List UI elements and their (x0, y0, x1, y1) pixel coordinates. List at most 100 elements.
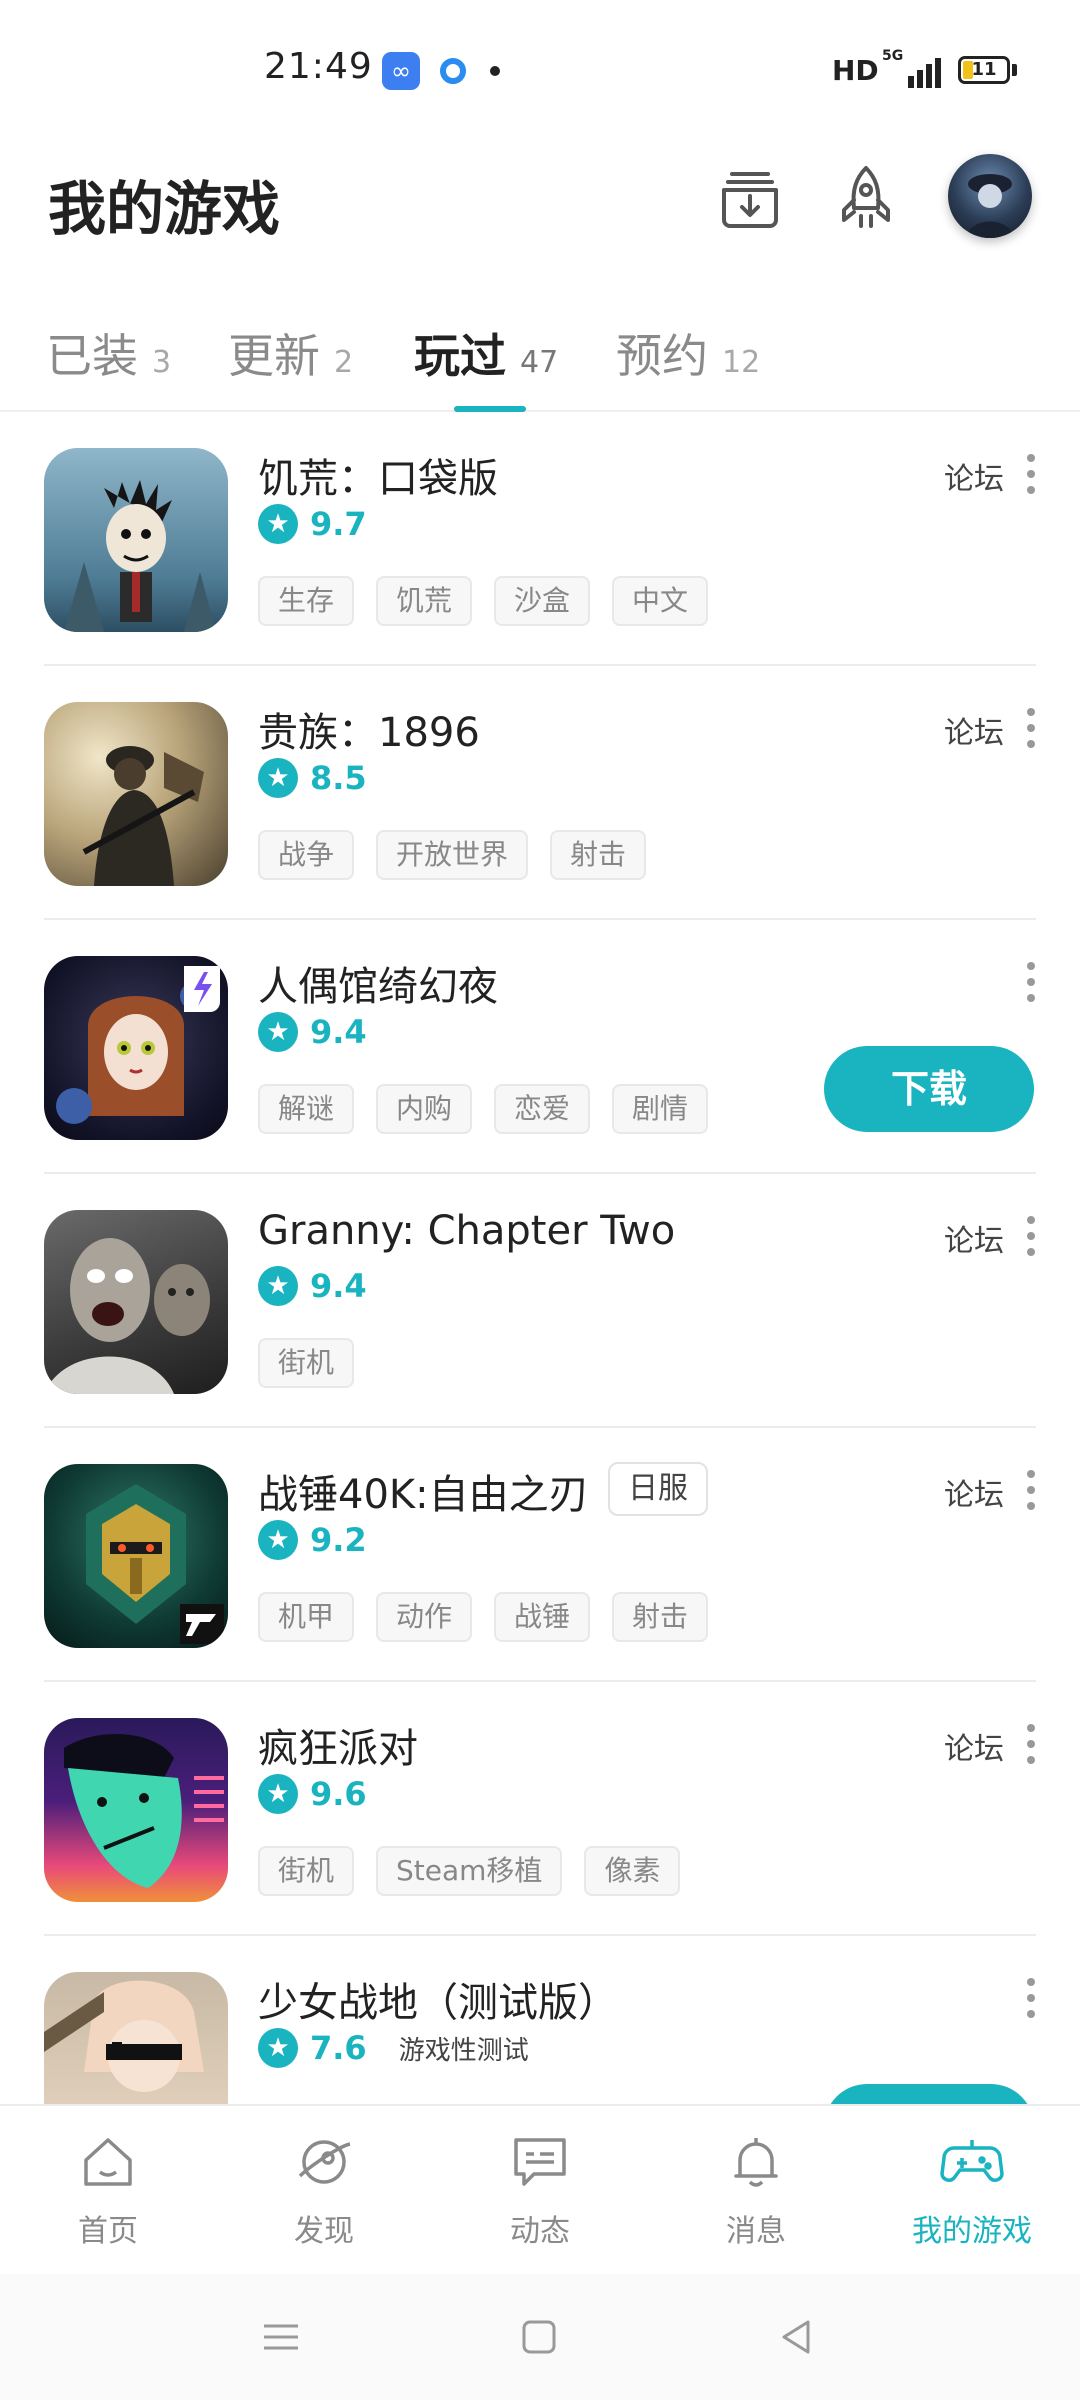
tab-updates[interactable]: 更新 2 (228, 320, 353, 386)
game-tag[interactable]: Steam移植 (376, 1846, 563, 1896)
action-button[interactable] (824, 2084, 1034, 2104)
game-icon[interactable] (44, 1464, 228, 1648)
nav-messages[interactable]: 消息 (676, 2130, 836, 2250)
status-time: 21:49 (264, 46, 373, 87)
game-tag[interactable]: 机甲 (258, 1592, 355, 1642)
more-options-icon[interactable] (1020, 1976, 1040, 2020)
back-icon[interactable] (774, 2314, 820, 2360)
game-tag[interactable]: 动作 (376, 1592, 473, 1642)
game-tag[interactable]: 生存 (258, 576, 355, 626)
game-name[interactable]: 贵族：1896 (258, 700, 480, 758)
forum-link[interactable]: 论坛 (944, 454, 1004, 498)
rocket-icon (842, 166, 890, 228)
game-tag[interactable]: 剧情 (612, 1084, 709, 1134)
game-rating: ★ 8.5 (258, 758, 367, 798)
signal-icon: 5G (882, 48, 942, 88)
user-avatar[interactable] (948, 154, 1032, 238)
nav-label: 首页 (78, 2214, 138, 2249)
game-tag[interactable]: 解谜 (258, 1084, 355, 1134)
game-tag[interactable]: 饥荒 (376, 576, 473, 626)
game-name[interactable]: Granny: Chapter Two (258, 1208, 675, 1254)
game-tag[interactable]: 射击 (612, 1592, 709, 1642)
game-row[interactable]: Granny: Chapter Two ★ 9.4 街机 论坛 (0, 1174, 1080, 1428)
download-button[interactable]: 下载 (824, 1046, 1034, 1132)
game-icon[interactable] (44, 1718, 228, 1902)
menu-icon[interactable] (258, 2314, 304, 2360)
star-icon: ★ (258, 1266, 298, 1306)
game-row[interactable]: 疯狂派对 ★ 9.6 街机 Steam移植 像素 论坛 (0, 1682, 1080, 1936)
game-row[interactable]: 饥荒：口袋版 ★ 9.7 生存 饥荒 沙盒 中文 论坛 (0, 412, 1080, 666)
battery-icon: 11 (958, 56, 1010, 84)
rating-value: 9.6 (310, 1775, 367, 1813)
star-icon: ★ (258, 1012, 298, 1052)
tab-played[interactable]: 玩过 47 (414, 320, 558, 386)
tab-installed[interactable]: 已装 3 (46, 320, 171, 386)
game-tag[interactable]: 恋爱 (494, 1084, 591, 1134)
rating-value: 7.6 (310, 2029, 367, 2067)
forum-link[interactable]: 论坛 (944, 1724, 1004, 1768)
game-row[interactable]: 人偶馆绮幻夜 ★ 9.4 解谜 内购 恋爱 剧情 下载 (0, 920, 1080, 1174)
more-options-icon[interactable] (1020, 1214, 1040, 1258)
game-tag[interactable]: 中文 (612, 576, 709, 626)
game-row[interactable]: 贵族：1896 ★ 8.5 战争 开放世界 射击 论坛 (0, 666, 1080, 920)
game-name[interactable]: 疯狂派对 (258, 1716, 418, 1774)
game-icon[interactable] (44, 956, 228, 1140)
game-name[interactable]: 战锤40K:自由之刃 (258, 1462, 589, 1520)
speedup-button[interactable] (828, 160, 904, 236)
infinity-app-icon: ∞ (382, 52, 420, 90)
nav-my-games[interactable]: 我的游戏 (892, 2130, 1052, 2250)
game-tag[interactable]: 战锤 (494, 1592, 591, 1642)
tab-label: 预约 (616, 329, 708, 383)
notification-dot-icon (490, 66, 500, 76)
more-options-icon[interactable] (1020, 452, 1040, 496)
nav-home[interactable]: 首页 (28, 2130, 188, 2250)
more-options-icon[interactable] (1020, 1468, 1040, 1512)
forum-link[interactable]: 论坛 (944, 708, 1004, 752)
game-row[interactable]: 战锤40K:自由之刃 日服 ★ 9.2 机甲 动作 战锤 射击 论坛 (0, 1428, 1080, 1682)
circle-app-icon (440, 58, 466, 84)
game-row[interactable]: 少女战地（测试版） ★ 7.6 游戏性测试 (0, 1936, 1080, 2104)
more-options-icon[interactable] (1020, 960, 1040, 1004)
game-tag[interactable]: 内购 (376, 1084, 473, 1134)
tag-list: 机甲 动作 战锤 射击 (258, 1592, 730, 1642)
tab-label: 更新 (228, 329, 320, 383)
game-tag[interactable]: 街机 (258, 1846, 355, 1896)
nav-label: 动态 (510, 2214, 570, 2249)
tag-list: 战争 开放世界 射击 (258, 830, 668, 880)
tab-reserved[interactable]: 预约 12 (616, 320, 760, 386)
rating-value: 9.2 (310, 1521, 367, 1559)
home-icon (84, 2138, 132, 2186)
more-options-icon[interactable] (1020, 706, 1040, 750)
home-square-icon[interactable] (516, 2314, 562, 2360)
rating-value: 9.4 (310, 1013, 367, 1051)
more-options-icon[interactable] (1020, 1722, 1040, 1766)
game-tag[interactable]: 沙盒 (494, 576, 591, 626)
rating-value: 9.4 (310, 1267, 367, 1305)
nav-feed[interactable]: 动态 (460, 2130, 620, 2250)
game-name[interactable]: 人偶馆绮幻夜 (258, 954, 498, 1012)
game-icon[interactable] (44, 448, 228, 632)
download-manager-button[interactable] (712, 160, 788, 236)
game-list[interactable]: 饥荒：口袋版 ★ 9.7 生存 饥荒 沙盒 中文 论坛 贵族：1896 ★ 8.… (0, 412, 1080, 2104)
tab-count: 2 (334, 345, 354, 380)
game-tag[interactable]: 战争 (258, 830, 355, 880)
game-tag[interactable]: 像素 (584, 1846, 681, 1896)
game-tag[interactable]: 街机 (258, 1338, 355, 1388)
bottom-navigation: 首页 发现 动态 消息 我的游戏 (0, 2104, 1080, 2274)
tag-list: 生存 饥荒 沙盒 中文 (258, 576, 730, 626)
hd-indicator: HD (832, 54, 879, 87)
nav-discover[interactable]: 发现 (244, 2130, 404, 2250)
system-navigation-bar (0, 2274, 1080, 2400)
game-icon[interactable] (44, 702, 228, 886)
tab-count: 47 (520, 345, 559, 380)
game-tag[interactable]: 射击 (550, 830, 647, 880)
game-rating: ★ 9.2 (258, 1520, 367, 1560)
forum-link[interactable]: 论坛 (944, 1216, 1004, 1260)
game-icon[interactable] (44, 1972, 228, 2104)
bell-icon (734, 2138, 778, 2187)
game-icon[interactable] (44, 1210, 228, 1394)
game-tag[interactable]: 开放世界 (376, 830, 529, 880)
forum-link[interactable]: 论坛 (944, 1470, 1004, 1514)
game-name[interactable]: 饥荒：口袋版 (258, 446, 498, 504)
game-name[interactable]: 少女战地（测试版） (258, 1970, 618, 2028)
